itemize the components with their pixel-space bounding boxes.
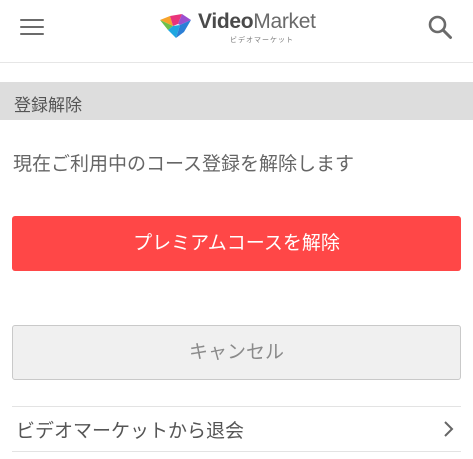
section-title: 登録解除: [14, 96, 82, 116]
logo-mark-icon: [160, 14, 191, 38]
hamburger-menu-icon[interactable]: [20, 17, 44, 37]
logo-kana: ビデオマーケット: [230, 36, 294, 44]
logo-wordmark: VideoMarket: [198, 10, 316, 33]
unsubscribe-premium-button[interactable]: プレミアムコースを解除: [12, 216, 461, 271]
menu-line: [20, 19, 44, 21]
withdraw-label: ビデオマーケットから退会: [16, 420, 245, 442]
menu-line: [20, 26, 44, 28]
app-header: VideoMarket ビデオマーケット: [0, 0, 473, 63]
menu-line: [20, 33, 44, 35]
info-message: 現在ご利用中のコース登録を解除します: [13, 153, 355, 175]
chevron-right-icon: [444, 421, 454, 437]
cancel-button[interactable]: キャンセル: [12, 325, 461, 380]
videomarket-logo[interactable]: VideoMarket ビデオマーケット: [158, 8, 318, 44]
search-icon[interactable]: [427, 14, 453, 40]
withdraw-membership-link[interactable]: ビデオマーケットから退会: [12, 406, 461, 452]
section-header: 登録解除: [0, 82, 473, 120]
